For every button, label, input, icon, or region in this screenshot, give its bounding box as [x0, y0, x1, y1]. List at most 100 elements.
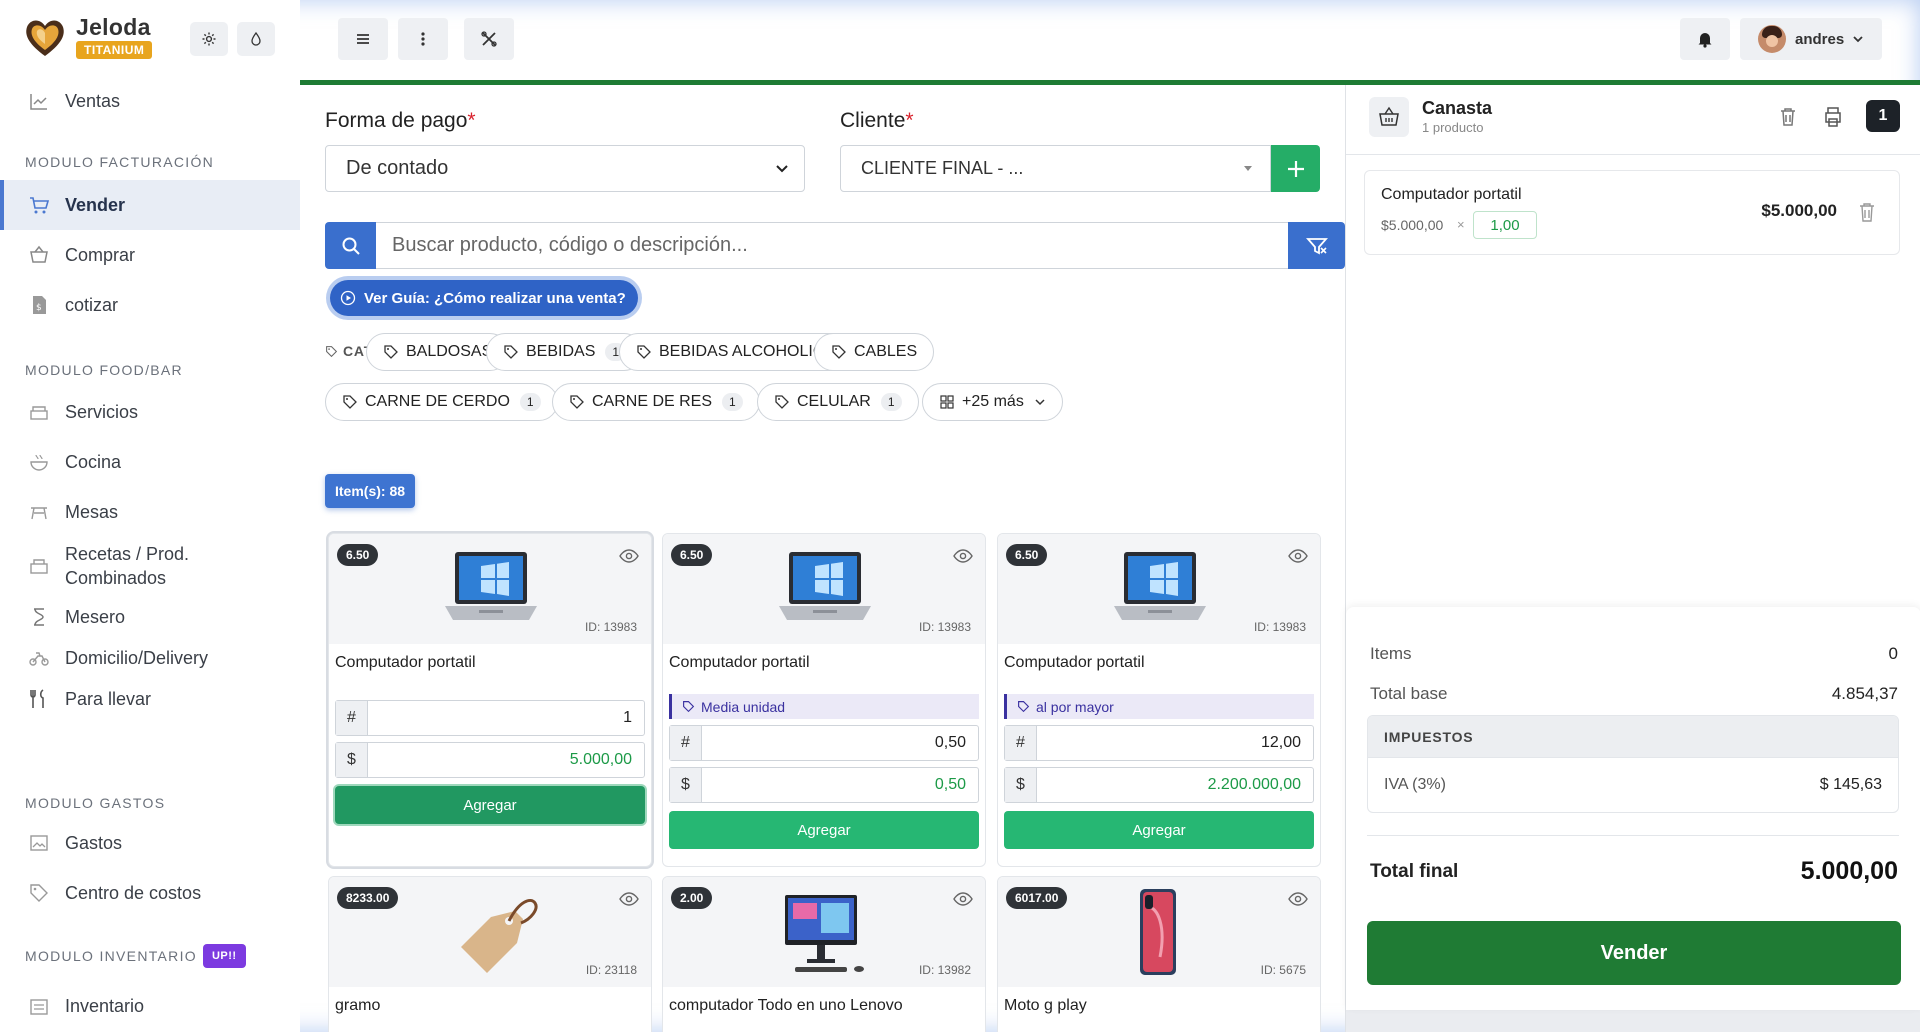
- trash-icon[interactable]: [1857, 201, 1877, 223]
- guide-button[interactable]: Ver Guía: ¿Cómo realizar una venta?: [330, 280, 638, 316]
- sidebar-item-label: Comprar: [65, 244, 136, 265]
- tag-icon: [326, 345, 338, 357]
- vertical-dots-icon: [421, 32, 425, 46]
- chart-line-icon: [30, 94, 47, 110]
- price-value[interactable]: 2.200.000,00: [1037, 768, 1313, 802]
- quantity-field[interactable]: # 12,00: [1004, 725, 1314, 761]
- total-final-value: 5.000,00: [1800, 857, 1898, 885]
- product-title: gramo: [335, 997, 381, 1014]
- category-chip-carne-cerdo[interactable]: CARNE DE CERDO 1: [325, 383, 558, 421]
- product-card[interactable]: 6.50 ID: 13983 Computador portatil # 1 $…: [328, 533, 652, 867]
- basket-line-item[interactable]: Computador portatil $5.000,00 × 1,00 $5.…: [1364, 170, 1900, 255]
- qty-value[interactable]: 0,50: [702, 726, 978, 760]
- eye-icon[interactable]: [619, 889, 639, 909]
- category-chip-cables[interactable]: CABLES: [814, 333, 935, 371]
- price-field[interactable]: $ 2.200.000,00: [1004, 767, 1314, 803]
- eye-icon[interactable]: [1288, 546, 1308, 566]
- section-title-foodbar: MODULO FOOD/BAR: [25, 362, 183, 378]
- recetas-line-1: Recetas / Prod.: [65, 544, 190, 564]
- svg-text:$: $: [36, 303, 42, 313]
- tag-icon: [570, 395, 584, 409]
- product-id: ID: 13982: [918, 963, 971, 977]
- add-to-cart-button[interactable]: Agregar: [1004, 811, 1314, 849]
- search-input[interactable]: Buscar producto, código o descripción...: [376, 222, 1288, 269]
- add-client-button[interactable]: [1271, 145, 1320, 192]
- price-field[interactable]: $ 5.000,00: [335, 742, 645, 778]
- heart-logo-icon: [26, 20, 64, 56]
- qty-prefix: #: [670, 726, 702, 760]
- notifications-button[interactable]: [1680, 18, 1730, 60]
- category-chip-carne-res[interactable]: CARNE DE RES 1: [552, 383, 760, 421]
- filter-button[interactable]: [1288, 222, 1345, 269]
- client-select[interactable]: CLIENTE FINAL - ...: [840, 145, 1271, 192]
- base-label: Total base: [1370, 684, 1448, 703]
- droplet-icon: [251, 31, 261, 46]
- brand[interactable]: Jeloda TITANIUM: [22, 14, 153, 60]
- eye-icon[interactable]: [953, 889, 973, 909]
- sidebar-item-comprar[interactable]: Comprar: [0, 230, 300, 280]
- trash-icon[interactable]: [1776, 105, 1800, 129]
- sale-form: Forma de pago* De contado Cliente* CLIEN…: [300, 85, 1345, 1032]
- chip-label: CELULAR: [797, 393, 871, 410]
- tools-button[interactable]: [464, 18, 514, 60]
- printer-icon[interactable]: [1821, 105, 1845, 129]
- sidebar-item-para-llevar[interactable]: Para llevar: [0, 674, 300, 724]
- sidebar-item-ventas[interactable]: Ventas: [0, 76, 300, 126]
- add-to-cart-button[interactable]: Agregar: [669, 811, 979, 849]
- sidebar-item-label: Ventas: [65, 90, 121, 111]
- recetas-line-2: Combinados: [65, 568, 167, 588]
- qty-value[interactable]: 12,00: [1037, 726, 1313, 760]
- quantity-field[interactable]: # 1: [335, 700, 645, 736]
- price-value[interactable]: 0,50: [702, 768, 978, 802]
- category-chip-celular[interactable]: CELULAR 1: [757, 383, 919, 421]
- payment-select[interactable]: De contado: [325, 145, 805, 192]
- sidebar-item-servicios[interactable]: Servicios: [0, 387, 300, 437]
- hourglass-icon: [34, 608, 44, 626]
- add-to-cart-button[interactable]: Agregar: [335, 786, 645, 824]
- settings-button[interactable]: [190, 22, 228, 56]
- eye-icon[interactable]: [1288, 889, 1308, 909]
- price-value[interactable]: 5.000,00: [368, 743, 644, 777]
- eye-icon[interactable]: [953, 546, 973, 566]
- payment-label-text: Forma de pago: [325, 109, 468, 132]
- sidebar-item-vender[interactable]: Vender: [0, 180, 300, 230]
- sidebar-item-inventario[interactable]: Inventario: [0, 981, 300, 1031]
- menu-toggle-button[interactable]: [338, 18, 388, 60]
- product-card[interactable]: 6017.00 ID: 5675 Moto g play: [997, 876, 1321, 1032]
- tag-icon: [30, 884, 48, 902]
- product-card[interactable]: 6.50 ID: 13983 Computador portatil al po…: [997, 533, 1321, 867]
- section-title-text: MODULO INVENTARIO: [25, 948, 197, 964]
- product-card[interactable]: 8233.00 ID: 23118 gramo: [328, 876, 652, 1032]
- sidebar-item-gastos[interactable]: Gastos: [0, 818, 300, 868]
- eye-icon[interactable]: [619, 546, 639, 566]
- product-card[interactable]: 2.00 ID: 13982 computador Todo en uno Le…: [662, 876, 986, 1032]
- tag-icon: [343, 395, 357, 409]
- sidebar-item-recetas[interactable]: Recetas / Prod. Combinados: [0, 537, 300, 595]
- more-categories-button[interactable]: +25 más: [922, 383, 1063, 421]
- sidebar-item-cocina[interactable]: Cocina: [0, 437, 300, 487]
- sidebar-item-cotizar[interactable]: $ cotizar: [0, 280, 300, 330]
- quantity-field[interactable]: # 0,50: [669, 725, 979, 761]
- sidebar-item-label: Gastos: [65, 832, 123, 853]
- sidebar-item-label: Cocina: [65, 451, 122, 472]
- sidebar-item-centro-costos[interactable]: Centro de costos: [0, 868, 300, 918]
- tools-icon: [481, 31, 497, 47]
- price-field[interactable]: $ 0,50: [669, 767, 979, 803]
- more-options-button[interactable]: [398, 18, 448, 60]
- theme-button[interactable]: [237, 22, 275, 56]
- qty-value[interactable]: 1: [368, 701, 644, 735]
- search-button[interactable]: [325, 222, 376, 269]
- times-sign: ×: [1457, 217, 1465, 232]
- price-tier-label: al por mayor: [1004, 694, 1314, 719]
- sidebar-item-mesas[interactable]: Mesas: [0, 487, 300, 537]
- basket-icon: [1379, 106, 1399, 126]
- line-item-qty[interactable]: 1,00: [1473, 211, 1537, 239]
- user-menu[interactable]: andres: [1740, 18, 1882, 60]
- chip-label: BALDOSAS: [406, 343, 493, 360]
- items-count-badge: Item(s): 88: [325, 474, 416, 508]
- sell-button[interactable]: Vender: [1367, 921, 1901, 985]
- product-image-area: 6.50 ID: 13983: [998, 534, 1320, 644]
- phone-image: [1140, 889, 1176, 975]
- product-card[interactable]: 6.50 ID: 13983 Computador portatil Media…: [662, 533, 986, 867]
- product-image-area: 6017.00 ID: 5675: [998, 877, 1320, 987]
